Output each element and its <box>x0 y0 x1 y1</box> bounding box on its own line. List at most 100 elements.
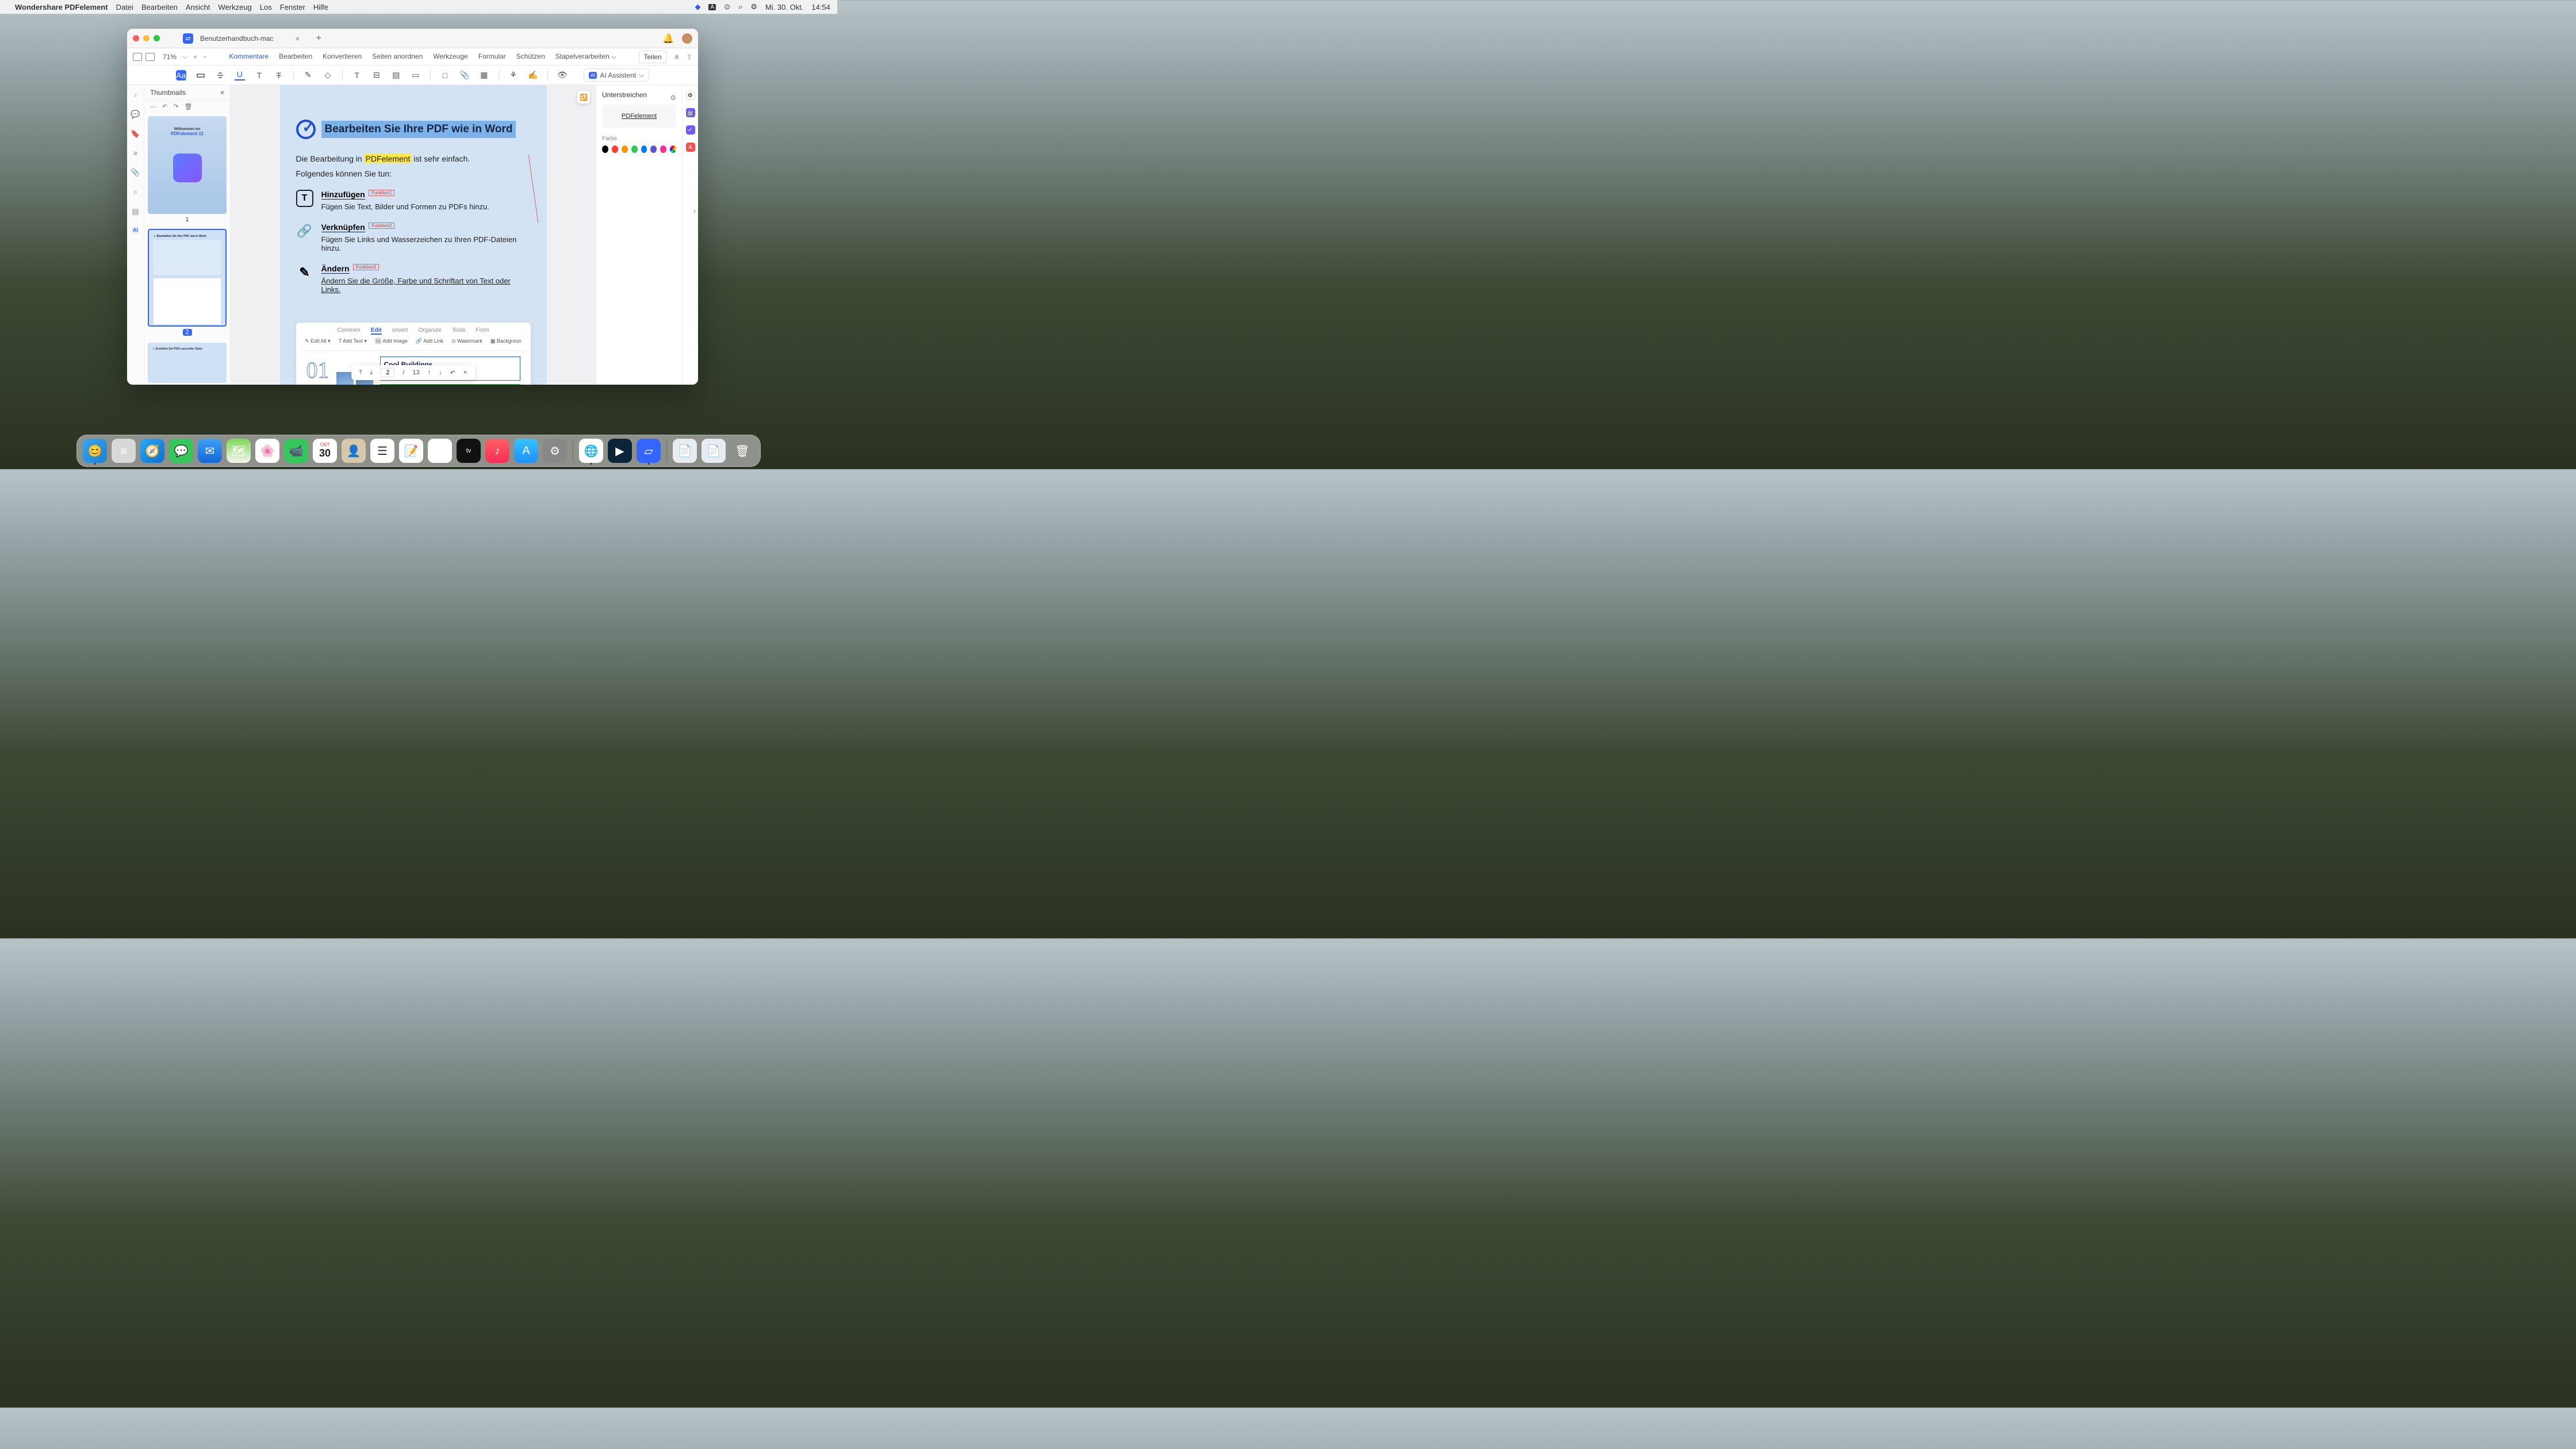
strikethrough-tool-icon[interactable] <box>215 70 225 80</box>
color-picker-icon[interactable] <box>670 145 676 153</box>
menubar-date[interactable]: Mi. 30. Okt. <box>765 3 803 12</box>
window-minimize-button[interactable] <box>143 35 150 41</box>
text-tool-icon[interactable]: T <box>254 70 264 80</box>
color-swatch-2[interactable] <box>622 145 628 153</box>
nav-undo-icon[interactable]: ↶ <box>450 369 455 377</box>
ai-nav-icon[interactable]: AI <box>132 227 139 233</box>
sidebar-toggle-icon[interactable] <box>133 53 142 61</box>
tab-schuetzen[interactable]: Schützen <box>516 49 545 64</box>
dock-filmora-icon[interactable]: ▶ <box>608 439 632 463</box>
annotation-funktion1[interactable]: Funktion1 <box>369 190 394 196</box>
color-swatch-4[interactable] <box>641 145 647 153</box>
thumbnails-close-button[interactable]: × <box>220 89 224 97</box>
thumb-more-icon[interactable]: ⋯ <box>150 103 156 110</box>
menubar-app-title[interactable]: Wondershare PDFelement <box>15 3 108 12</box>
document-tab[interactable]: Benutzerhandbuch-mac × <box>193 34 307 43</box>
dock-music-icon[interactable]: ♪ <box>485 439 509 463</box>
thumbnail-page-3[interactable]: ✓ Erstellen Sie PDFs aus jeder Datei <box>148 343 227 383</box>
nav-up-icon[interactable]: ↑ <box>428 369 431 376</box>
share-network-icon[interactable]: ⋔ <box>674 53 680 61</box>
color-swatch-0[interactable] <box>602 145 608 153</box>
tab-formular[interactable]: Formular <box>478 49 506 64</box>
thumb-delete-icon[interactable]: 🗑 <box>184 103 192 110</box>
note-tool-icon[interactable]: ▤ <box>391 70 401 80</box>
menu-los[interactable]: Los <box>260 3 272 12</box>
nav-first-icon[interactable]: ⤒ <box>359 369 362 377</box>
fields-nav-icon[interactable]: ▤ <box>132 207 139 216</box>
dock-appstore-icon[interactable]: A <box>514 439 538 463</box>
color-swatch-3[interactable] <box>631 145 638 153</box>
sign-tool-icon[interactable]: ✍ <box>528 70 538 80</box>
dock-launchpad-icon[interactable]: ⊞ <box>112 439 136 463</box>
new-tab-button[interactable]: + <box>316 33 321 44</box>
ai-assistant-button[interactable]: AI AI Assistent ⌵ <box>584 68 649 82</box>
dock-reminders-icon[interactable]: ☰ <box>370 439 394 463</box>
upload-icon[interactable]: ⇪ <box>687 53 692 61</box>
notifications-icon[interactable]: 🔔 <box>662 33 674 44</box>
bookmarks-nav-icon[interactable]: 🔖 <box>131 129 140 139</box>
attachments-nav-icon[interactable]: 📎 <box>131 168 140 177</box>
dock-settings-icon[interactable]: ⚙ <box>543 439 567 463</box>
thumbnail-page-2[interactable]: ✓ Bearbeiten Sie Ihre PDF wie in Word 2 <box>148 229 227 337</box>
user-avatar[interactable] <box>682 33 692 44</box>
grid-view-icon[interactable] <box>145 53 155 61</box>
dock-finder-icon[interactable]: 😊 <box>83 439 107 463</box>
layers-nav-icon[interactable]: ≡ <box>133 149 138 158</box>
dock-facetime-icon[interactable]: 📹 <box>284 439 308 463</box>
marker-tool-icon[interactable]: ✎ <box>303 70 313 80</box>
translate-badge-icon[interactable]: 🔁 <box>577 91 590 103</box>
tab-kommentare[interactable]: Kommentare <box>229 49 269 64</box>
eraser-tool-icon[interactable]: ◇ <box>323 70 333 80</box>
right-icon-ai[interactable]: 🤖 <box>686 108 695 117</box>
tab-close-button[interactable]: × <box>295 34 300 43</box>
zoom-dropdown-icon[interactable]: ⌵ <box>182 52 187 61</box>
zoom-value[interactable]: 71% <box>163 53 177 61</box>
tab-stapelverarbeiten[interactable]: Stapelverarbeiten ⌵ <box>555 49 617 64</box>
annotation-funktion3[interactable]: Funktion3 <box>353 264 379 270</box>
stamp-tool-icon[interactable]: ▭ <box>411 70 421 80</box>
dock-contacts-icon[interactable]: 👤 <box>342 439 366 463</box>
text-strike-icon[interactable]: T <box>274 70 284 80</box>
dock-maps-icon[interactable]: 🗺 <box>227 439 251 463</box>
tab-seiten-anordnen[interactable]: Seiten anordnen <box>372 49 423 64</box>
tab-konvertieren[interactable]: Konvertieren <box>323 49 362 64</box>
zoom-out-button[interactable]: − <box>203 53 207 61</box>
prop-settings-icon[interactable]: ⚙ <box>670 94 676 102</box>
highlight-tool-icon[interactable] <box>195 70 206 80</box>
nav-down-icon[interactable]: ↓ <box>439 369 442 376</box>
color-swatch-6[interactable] <box>660 145 666 153</box>
dock-photos-icon[interactable]: 🌸 <box>255 439 279 463</box>
underline-tool-icon[interactable]: U <box>235 70 245 80</box>
search-nav-icon[interactable]: ⌕ <box>133 187 137 197</box>
dock-mail-icon[interactable]: ✉ <box>198 439 222 463</box>
dock-doc2-icon[interactable]: 📄 <box>702 439 726 463</box>
window-close-button[interactable] <box>133 35 139 41</box>
status-a-icon[interactable]: A <box>708 4 716 10</box>
callout-tool-icon[interactable]: ⊟ <box>371 70 382 80</box>
nav-last-icon[interactable]: ⤓ <box>370 369 373 377</box>
thumbnails-nav-icon[interactable]: ▫ <box>134 91 137 99</box>
dock-safari-icon[interactable]: 🧭 <box>140 439 164 463</box>
tab-werkzeuge[interactable]: Werkzeuge <box>433 49 467 64</box>
menu-fenster[interactable]: Fenster <box>280 3 305 12</box>
right-icon-1[interactable]: ⚙ <box>686 91 695 100</box>
dock-doc1-icon[interactable]: 📄 <box>673 439 697 463</box>
nav-close-icon[interactable]: × <box>463 369 467 376</box>
menu-datei[interactable]: Datei <box>116 3 133 12</box>
menu-werkzeug[interactable]: Werkzeug <box>218 3 251 12</box>
dock-trash-icon[interactable]: 🗑 <box>730 439 754 463</box>
textbox-tool-icon[interactable]: Aa <box>176 70 186 80</box>
dock-chrome-icon[interactable]: 🌐 <box>579 439 603 463</box>
tab-bearbeiten[interactable]: Bearbeiten <box>279 49 312 64</box>
status-diamond-icon[interactable]: ◆ <box>695 2 700 12</box>
page-number-input[interactable] <box>381 368 394 377</box>
stamp2-tool-icon[interactable]: ⚘ <box>508 70 519 80</box>
menubar-time[interactable]: 14:54 <box>811 3 830 12</box>
dock-notes-icon[interactable]: 📝 <box>399 439 423 463</box>
shape-tool-icon[interactable]: □ <box>440 70 450 80</box>
right-icon-translate[interactable]: A <box>686 143 695 152</box>
dock-freeform-icon[interactable]: 〰 <box>428 439 452 463</box>
share-button[interactable]: Teilen <box>639 51 667 63</box>
eye-tool-icon[interactable]: 👁 <box>557 70 568 80</box>
control-center-icon[interactable]: ⚙ <box>750 2 757 12</box>
